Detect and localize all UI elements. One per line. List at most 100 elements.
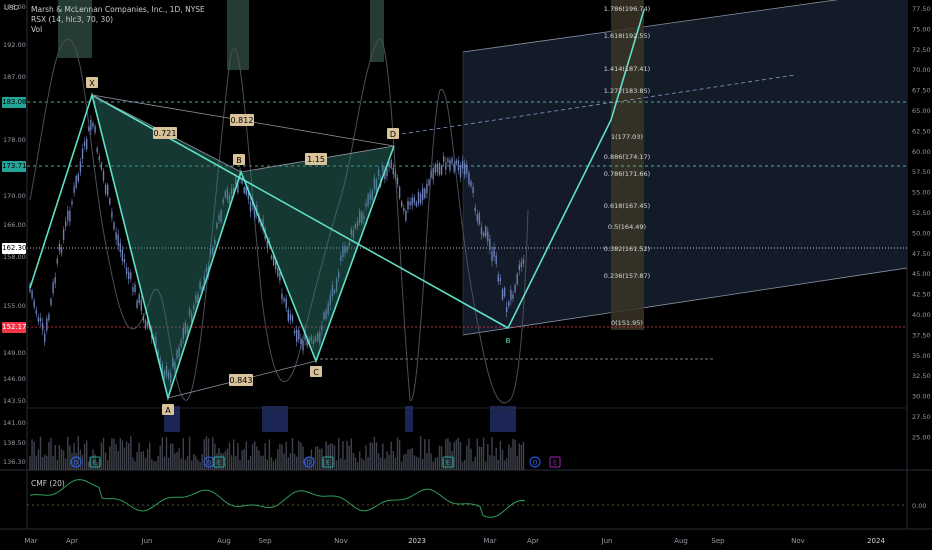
volume-bar [296,456,298,470]
volume-bar [201,454,203,470]
volume-bar [41,457,44,470]
volume-bar [516,455,518,470]
volume-bar [419,436,422,470]
volume-bar [193,453,195,470]
fib-zone[interactable] [611,0,644,330]
candle-body [422,188,424,201]
time-axis-label: Sep [258,537,272,545]
time-axis-label: Nov [334,537,348,545]
candle-body [287,309,289,321]
volume-bar [233,439,235,470]
candle-body [79,161,82,173]
volume-bar [281,444,283,470]
event-badge-letter: E [446,459,450,467]
volume-bar [31,439,33,470]
candle-body [503,287,506,297]
symbol-title[interactable]: Marsh & McLennan Companies, Inc., 1D, NY… [31,5,205,15]
volume-bar [247,459,250,470]
chart-canvas[interactable]: X A B C D B 0.721 0.812 1.15 0.843 1.786… [0,0,932,550]
volume-bar [487,443,489,470]
cmf-indicator-title[interactable]: CMF (20) [31,479,65,488]
candle-body [411,197,413,206]
event-badge-letter: E [217,459,221,467]
volume-bar [134,461,136,470]
candle-body [487,231,489,242]
volume-bar [86,440,88,470]
candle-body [501,289,504,300]
candle-body [291,315,294,322]
volume-bar [111,438,113,470]
candle-body [111,211,113,218]
right-axis-tick: 50.00 [912,229,931,237]
volume-bar [403,454,405,470]
volume-bar [35,455,37,470]
volume-bar [283,453,285,470]
candle-body [37,317,40,322]
volume-bar [132,457,134,470]
candle-body [58,243,61,251]
volume-bar [161,437,163,470]
volume-bar [195,456,197,470]
left-axis-tick: 155.00 [3,302,26,310]
left-axis-tick: 146.00 [3,375,26,383]
candle-body [482,232,485,237]
volume-bar [319,448,321,470]
point-b-label: B [236,156,242,165]
candle-body [508,301,510,307]
candle-body [436,163,439,173]
volume-bar [249,456,252,470]
candle-body [514,284,516,292]
candle-body [136,300,138,308]
volume-bar [241,450,243,470]
right-axis-tick: 65.00 [912,107,931,115]
volume-bar [321,448,323,470]
candle-body [472,187,474,194]
volume-bar [392,451,394,470]
candle-body [392,167,394,175]
fib-level-label: 0.236(157.87) [604,272,650,280]
right-axis-tick: 60.00 [912,148,931,156]
candle-body [138,294,140,304]
candle-body [35,310,37,314]
left-axis-tick: 178.00 [3,136,26,144]
volume-bar [424,439,426,470]
volume-bar [60,449,63,470]
right-axis-tick: 52.50 [912,209,931,217]
candle-body [73,186,75,193]
volume-bar [344,459,346,470]
candle-body [279,272,281,281]
candle-body [134,284,136,293]
volume-bar [176,451,178,470]
candle-body [289,314,292,320]
volume-bar [113,438,115,470]
volume-bar [478,446,481,470]
candle-body [449,160,451,171]
fib-level-label: 1(177.03) [611,133,643,141]
volume-bar [428,439,430,470]
rsx-indicator-title[interactable]: RSX (14, hlc3, 70, 30) [31,15,205,25]
candle-body [424,188,426,198]
candle-body [457,160,460,171]
target-b-label: B [506,337,511,345]
volume-bar [323,458,325,470]
candle-body [86,138,88,150]
right-axis-tick: 77.50 [912,5,931,13]
volume-bar [119,438,121,470]
candle-body [403,207,405,212]
volume-indicator-title[interactable]: Vol [31,25,205,35]
volume-bar [165,436,168,470]
volume-bar [268,439,271,470]
candle-body [415,201,418,207]
volume-bar [373,436,376,470]
candle-body [419,193,422,204]
fib-level-label: 0.886(174.17) [604,153,650,161]
candle-body [390,160,392,168]
right-axis-tick: 42.50 [912,291,931,299]
right-axis-tick: 27.50 [912,413,931,421]
right-axis-tick: 30.00 [912,393,931,401]
candle-body [132,287,134,292]
volume-bar [88,461,90,470]
candle-body [485,226,487,237]
volume-bar [266,459,268,470]
volume-bar [342,441,344,470]
